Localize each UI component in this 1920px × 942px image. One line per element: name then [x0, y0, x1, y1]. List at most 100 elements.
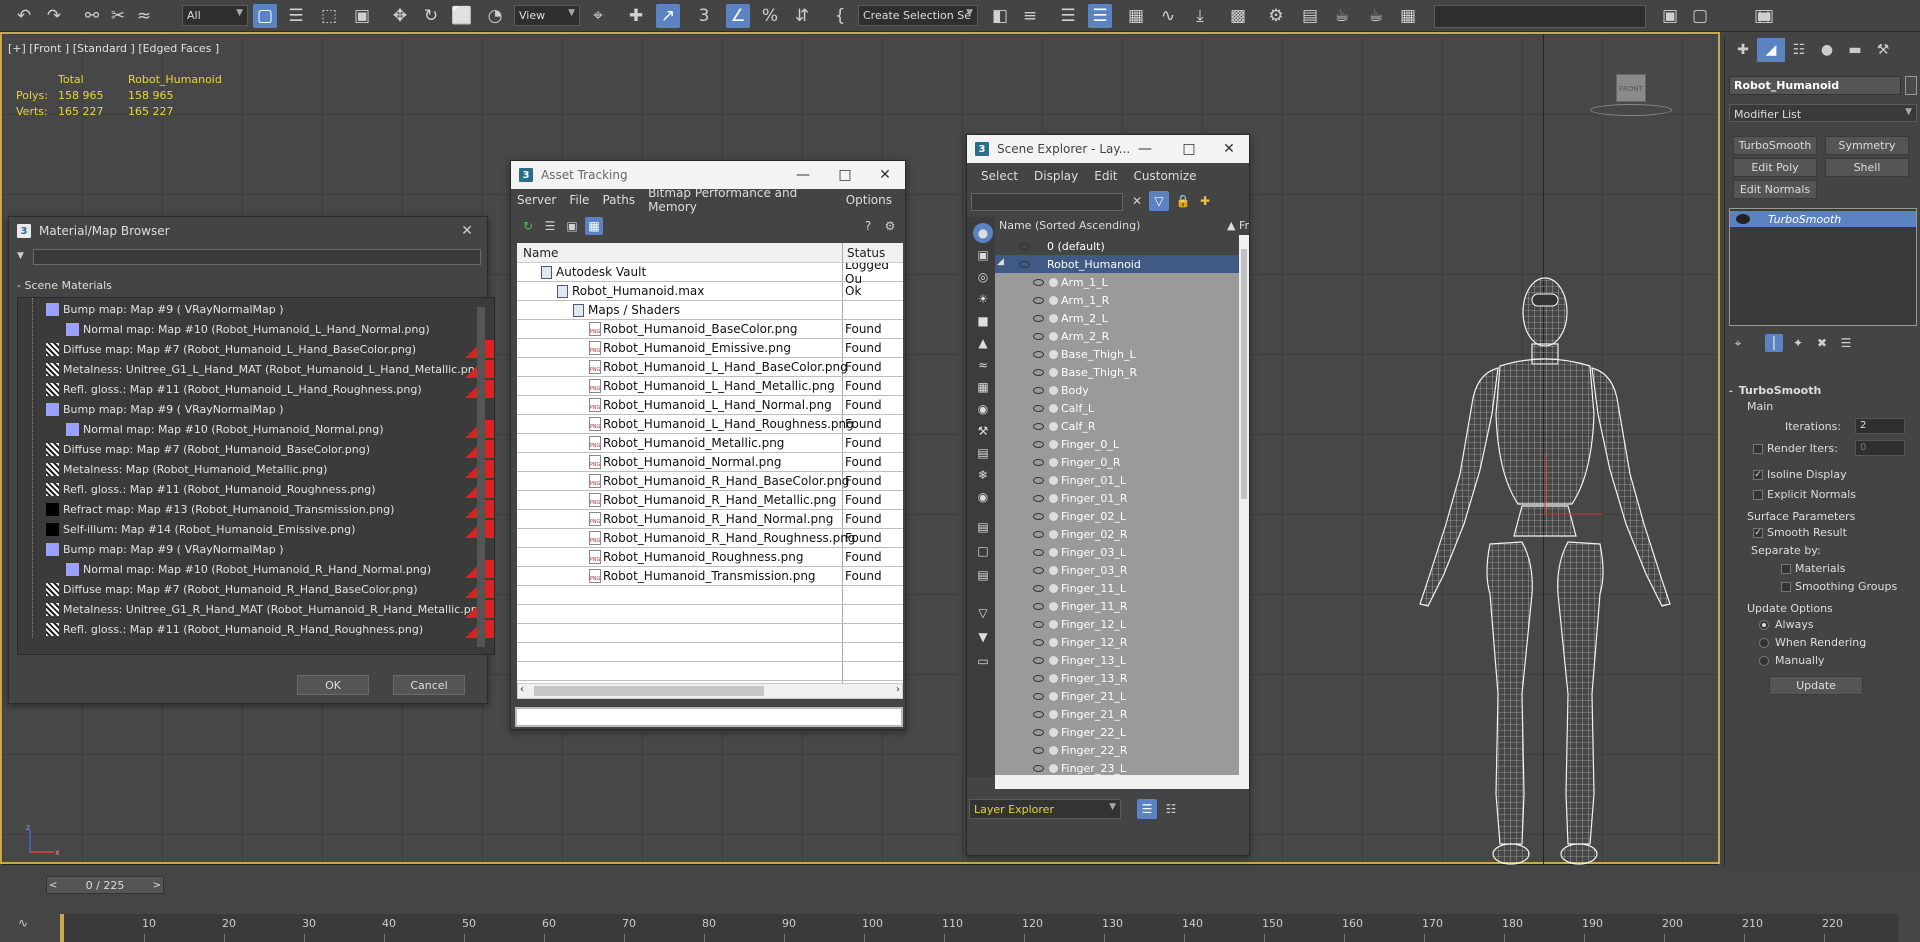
motion-tab-icon[interactable]: ●: [1813, 38, 1841, 62]
isoline-display-row[interactable]: ✓ Isoline Display: [1753, 468, 1847, 481]
scene-explorer-toggle-icon[interactable]: ☰: [1056, 4, 1080, 28]
thumbnail-view-icon[interactable]: ▣: [563, 217, 581, 235]
material-list-item[interactable]: Refl. gloss.: Map #11 (Robot_Humanoid_L_…: [46, 380, 494, 398]
menu-item[interactable]: Server: [517, 193, 556, 207]
options-dropdown-icon[interactable]: ▼: [17, 251, 29, 261]
angle-snap-icon[interactable]: ∠: [726, 4, 750, 28]
visibility-eye-icon[interactable]: [1033, 692, 1044, 700]
render-iters-spinner[interactable]: 0: [1855, 440, 1905, 456]
list-view-icon[interactable]: ☰: [541, 217, 559, 235]
scene-object-row[interactable]: Finger_03_L: [995, 543, 1239, 561]
asset-row[interactable]: PNG Robot_Humanoid_Normal.png Found: [517, 453, 903, 472]
utilities-tab-icon[interactable]: ⚒: [1869, 38, 1897, 62]
scene-object-row[interactable]: Arm_1_L: [995, 273, 1239, 291]
scene-vertical-scrollbar[interactable]: [1239, 235, 1249, 775]
scene-materials-header[interactable]: - Scene Materials: [17, 279, 112, 292]
menu-item[interactable]: Paths: [602, 193, 635, 207]
smooth-result-checkbox[interactable]: ✓: [1753, 528, 1763, 538]
visibility-eye-icon[interactable]: [1019, 260, 1030, 268]
invert-display-icon[interactable]: ▤: [973, 565, 993, 585]
freeze-icon[interactable]: [1049, 421, 1058, 431]
select-object-icon[interactable]: ▢: [253, 4, 277, 28]
snaps-toggle-icon[interactable]: 3: [692, 4, 716, 28]
object-name-field[interactable]: Robot_Humanoid: [1729, 76, 1901, 95]
freeze-icon[interactable]: [1049, 691, 1058, 701]
viewcube-ring[interactable]: [1590, 104, 1672, 116]
display-bones-icon[interactable]: ⚒: [973, 421, 993, 441]
scene-object-row[interactable]: Finger_01_L: [995, 471, 1239, 489]
visibility-eye-icon[interactable]: [1033, 296, 1044, 304]
curve-mini-icon[interactable]: ∿: [18, 916, 28, 930]
time-slider[interactable]: < 0 / 225 >: [46, 876, 164, 894]
visibility-eye-icon[interactable]: [1033, 350, 1044, 358]
freeze-icon[interactable]: [1049, 619, 1058, 629]
freeze-icon[interactable]: [1049, 475, 1058, 485]
visibility-eye-icon[interactable]: [1033, 368, 1044, 376]
scene-object-row[interactable]: Base_Thigh_L: [995, 345, 1239, 363]
modifier-toggle-icon[interactable]: [1736, 214, 1750, 224]
freeze-icon[interactable]: [1049, 313, 1058, 323]
asset-row[interactable]: PNG Robot_Humanoid_L_Hand_Metallic.png Fou…: [517, 377, 903, 396]
close-icon[interactable]: ✕: [867, 165, 903, 185]
material-editor-icon[interactable]: ▩: [1226, 4, 1250, 28]
menu-item[interactable]: Customize: [1134, 169, 1197, 183]
materials-row[interactable]: Materials: [1781, 562, 1845, 575]
isoline-display-checkbox[interactable]: ✓: [1753, 470, 1763, 480]
material-list-item[interactable]: Refract map: Map #13 (Robot_Humanoid_Tra…: [46, 500, 494, 518]
panel-icon-2[interactable]: ▣: [1754, 4, 1778, 28]
refresh-icon[interactable]: ↻: [519, 217, 537, 235]
materials-checkbox[interactable]: [1781, 564, 1791, 574]
filter-icon[interactable]: ▽: [1149, 191, 1169, 211]
material-list-item[interactable]: Diffuse map: Map #7 (Robot_Humanoid_R_Ha…: [46, 580, 494, 598]
freeze-icon[interactable]: [1049, 565, 1058, 575]
scene-horizontal-scrollbar[interactable]: [995, 775, 1249, 789]
visibility-eye-icon[interactable]: [1033, 620, 1044, 628]
material-list-item[interactable]: Diffuse map: Map #7 (Robot_Humanoid_L_Ha…: [46, 340, 494, 358]
shell-button[interactable]: Shell: [1825, 158, 1909, 177]
toolbar-search-field[interactable]: [1434, 5, 1646, 28]
remove-modifier-icon[interactable]: ✖: [1813, 334, 1831, 352]
symmetry-button[interactable]: Symmetry: [1825, 136, 1909, 155]
visibility-eye-icon[interactable]: [1033, 548, 1044, 556]
visibility-eye-icon[interactable]: [1033, 638, 1044, 646]
freeze-icon[interactable]: [1049, 403, 1058, 413]
asset-tracking-titlebar[interactable]: 3 Asset Tracking — □ ✕: [511, 161, 905, 189]
freeze-icon[interactable]: [1049, 511, 1058, 521]
freeze-icon[interactable]: [1049, 655, 1058, 665]
scene-object-row[interactable]: Arm_2_R: [995, 327, 1239, 345]
column-name-header[interactable]: Name (Sorted Ascending): [999, 219, 1140, 232]
close-icon[interactable]: ✕: [449, 221, 485, 241]
visibility-eye-icon[interactable]: [1033, 332, 1044, 340]
layer-explorer-toggle-icon[interactable]: ☰: [1088, 4, 1112, 28]
visibility-eye-icon[interactable]: [1019, 242, 1030, 250]
scroll-left-icon[interactable]: ‹: [520, 684, 524, 695]
material-list-item[interactable]: Self-illum: Map #14 (Robot_Humanoid_Emis…: [46, 520, 494, 538]
scene-object-row[interactable]: Finger_22_L: [995, 723, 1239, 741]
explicit-normals-checkbox[interactable]: [1753, 490, 1763, 500]
asset-row[interactable]: Robot_Humanoid.max Ok: [517, 282, 903, 301]
freeze-icon[interactable]: [1049, 763, 1058, 773]
scene-object-row[interactable]: Finger_12_R: [995, 633, 1239, 651]
freeze-icon[interactable]: [1049, 673, 1058, 683]
expand-arrow-icon[interactable]: ◢: [997, 257, 1004, 267]
visibility-eye-icon[interactable]: [1033, 494, 1044, 502]
display-helpers-icon[interactable]: ▲: [973, 333, 993, 353]
spinner-snap-icon[interactable]: ⇵: [790, 4, 814, 28]
visibility-eye-icon[interactable]: [1033, 404, 1044, 412]
display-groups-icon[interactable]: ▦: [973, 377, 993, 397]
scene-object-row[interactable]: Finger_0_L: [995, 435, 1239, 453]
freeze-icon[interactable]: [1049, 601, 1058, 611]
visibility-eye-icon[interactable]: [1033, 728, 1044, 736]
percent-snap-icon[interactable]: %: [758, 4, 782, 28]
asset-row[interactable]: PNG Robot_Humanoid_R_Hand_Metallic.png Fou…: [517, 491, 903, 510]
freeze-icon[interactable]: [1049, 583, 1058, 593]
scale-icon[interactable]: ⬜: [450, 4, 474, 28]
add-layer-icon[interactable]: ✚: [1195, 191, 1215, 211]
freeze-icon[interactable]: [1049, 727, 1058, 737]
scene-search-input[interactable]: [971, 193, 1123, 211]
explorer-type-select[interactable]: Layer Explorer ▼: [969, 799, 1121, 819]
turbosmooth-button[interactable]: TurboSmooth: [1733, 136, 1817, 155]
scene-object-row[interactable]: Finger_22_R: [995, 741, 1239, 759]
select-manipulate-icon[interactable]: ✚: [624, 4, 648, 28]
mirror-icon[interactable]: ◧: [988, 4, 1012, 28]
